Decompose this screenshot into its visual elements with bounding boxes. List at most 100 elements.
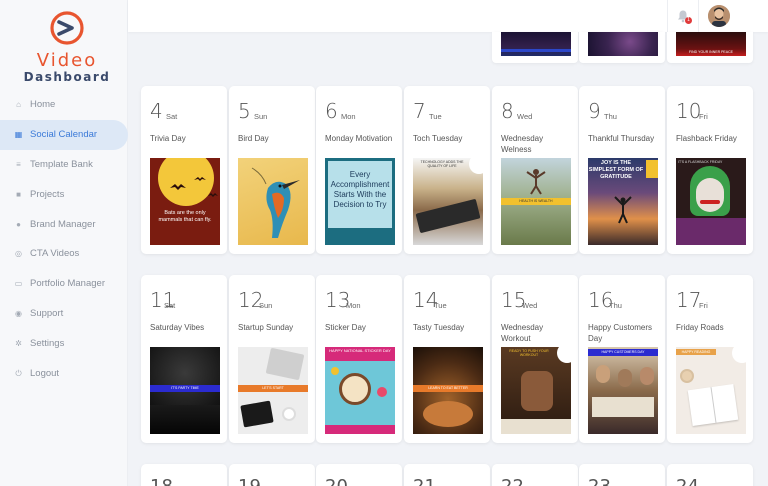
day-title: Trivia Day	[150, 134, 186, 143]
weekday-label: Thu	[604, 112, 617, 121]
post-thumbnail[interactable]	[238, 158, 308, 245]
calendar-day-card[interactable]: 15 Wed Wednesday Workout READY TO PUSH Y…	[492, 275, 578, 443]
post-thumbnail[interactable]: HAPPY READING	[676, 347, 746, 434]
weekday-label: Fri	[699, 112, 708, 121]
sidebar-item-label: Settings	[30, 337, 65, 349]
sidebar-item-logout[interactable]: ⏻ Logout	[0, 358, 128, 388]
sidebar-item-template-bank[interactable]: ≡ Template Bank	[0, 150, 128, 180]
day-number: 21	[413, 476, 436, 486]
thumbnail-caption: LEARN TO EAT BETTER	[413, 385, 483, 392]
day-number: 19	[238, 476, 261, 486]
weekday-label: Mon	[341, 112, 356, 121]
logo-play-icon	[50, 11, 84, 45]
sidebar-item-portfolio-manager[interactable]: ▭ Portfolio Manager	[0, 269, 128, 299]
weekday-label: Thu	[609, 301, 622, 310]
post-thumbnail[interactable]: IT'S A FLASHBACK FRIDAY	[676, 158, 746, 245]
day-title: Bird Day	[238, 134, 269, 143]
post-thumbnail[interactable]: READY TO PUSH YOUR WORKOUT	[501, 347, 571, 434]
gear-icon: ✲	[15, 338, 22, 348]
calendar-card-partial[interactable]	[579, 32, 665, 63]
thumbnail-caption: Bats are the only mammals that can fly.	[158, 210, 212, 223]
post-thumbnail[interactable]: Bats are the only mammals that can fly.	[150, 158, 220, 245]
app-logo[interactable]: Video Dashboard	[0, 6, 128, 84]
thumbnail-caption: HAPPY READING	[676, 349, 716, 355]
thumbnail-caption: HEALTH IS WEALTH	[501, 198, 571, 205]
calendar-day-card[interactable]: 23	[579, 464, 665, 486]
sidebar: Video Dashboard ⌂ Home ▦ Social Calendar…	[0, 0, 128, 486]
kingfisher-icon	[251, 167, 300, 238]
sidebar-item-label: Portfolio Manager	[30, 278, 105, 290]
calendar-day-card[interactable]: 5 Sun Bird Day	[229, 86, 315, 254]
calendar-day-card[interactable]: 19	[229, 464, 315, 486]
sidebar-item-social-calendar[interactable]: ▦ Social Calendar	[0, 119, 128, 150]
calendar-day-card[interactable]: 17 Fri Friday Roads HAPPY READING	[667, 275, 753, 443]
post-thumbnail[interactable]	[501, 32, 571, 56]
day-title: Flashback Friday	[676, 134, 737, 143]
calendar-day-card[interactable]: 7 Tue Toch Tuesday TECHNOLOGY ADDS THE Q…	[404, 86, 490, 254]
sidebar-item-cta-videos[interactable]: ◎ CTA Videos	[0, 239, 128, 269]
post-thumbnail[interactable]: JOY IS THE SIMPLEST FORM OF GRATITUDE	[588, 158, 658, 245]
calendar-day-card[interactable]: 13 Mon Sticker Day HAPPY NATIONAL STICKE…	[316, 275, 402, 443]
support-icon: ◉	[15, 308, 22, 318]
calendar-day-card[interactable]: 12 Sun Startup Sunday LET'S START	[229, 275, 315, 443]
calendar-card-partial[interactable]: FIND YOUR INNER PEACE	[667, 32, 753, 63]
sidebar-item-label: Brand Manager	[30, 218, 96, 230]
day-number: 6	[325, 99, 338, 123]
post-thumbnail[interactable]: HEALTH IS WEALTH	[501, 158, 571, 245]
sidebar-item-label: Social Calendar	[30, 129, 98, 141]
post-thumbnail[interactable]: HAPPY NATIONAL STICKER DAY	[325, 347, 395, 434]
thumbnail-caption: IT'S PARTY TIME	[150, 385, 220, 392]
sidebar-item-support[interactable]: ◉ Support	[0, 299, 128, 329]
calendar-day-card[interactable]: 8 Wed Wednesday Welness HEALTH IS WEALTH	[492, 86, 578, 254]
day-title: Startup Sunday	[238, 323, 294, 332]
sidebar-item-brand-manager[interactable]: ● Brand Manager	[0, 209, 128, 239]
person-arms-raised-icon	[614, 196, 632, 224]
day-title: Tasty Tuesday	[413, 323, 465, 332]
calendar-day-card[interactable]: 16 Thu Happy Customers Day HAPPY CUSTOME…	[579, 275, 665, 443]
day-title: Happy Customers Day	[588, 323, 653, 343]
post-thumbnail[interactable]: IT'S PARTY TIME	[150, 347, 220, 434]
calendar-day-card[interactable]: 10 Fri Flashback Friday IT'S A FLASHBACK…	[667, 86, 753, 254]
post-thumbnail[interactable]: Every Accomplishment Starts With the Dec…	[325, 158, 395, 245]
header-divider	[698, 0, 699, 32]
day-title: Sticker Day	[325, 323, 366, 332]
sidebar-item-settings[interactable]: ✲ Settings	[0, 328, 128, 358]
thumbnail-caption: FIND YOUR INNER PEACE	[689, 50, 733, 54]
thumbnail-caption: HAPPY CUSTOMERS DAY	[588, 349, 658, 356]
sidebar-item-projects[interactable]: ■ Projects	[0, 179, 128, 209]
calendar-day-card[interactable]: 21	[404, 464, 490, 486]
avatar[interactable]	[708, 5, 730, 27]
calendar-day-card[interactable]: 11 Sat Saturday Vibes IT'S PARTY TIME	[141, 275, 227, 443]
day-number: 8	[501, 99, 514, 123]
notification-badge: 1	[685, 17, 692, 24]
calendar-day-card[interactable]: 4 Sat Trivia Day Bats are the only mamma…	[141, 86, 227, 254]
weekday-label: Sat	[166, 112, 178, 121]
calendar-day-card[interactable]: 18	[141, 464, 227, 486]
post-thumbnail[interactable]: HAPPY CUSTOMERS DAY	[588, 347, 658, 434]
post-thumbnail[interactable]: TECHNOLOGY ADDS THE QUALITY OF LIFE	[413, 158, 483, 245]
calendar-day-card[interactable]: 20	[316, 464, 402, 486]
day-title: Wednesday Welness	[501, 134, 544, 154]
day-number: 18	[150, 476, 173, 486]
day-number: 7	[413, 99, 426, 123]
sidebar-item-home[interactable]: ⌂ Home	[0, 90, 128, 120]
post-thumbnail[interactable]: LET'S START	[238, 347, 308, 434]
list-icon: ≡	[16, 159, 21, 169]
day-number: 20	[325, 476, 348, 486]
calendar-day-card[interactable]: 22	[492, 464, 578, 486]
calendar-day-card[interactable]: 24	[667, 464, 753, 486]
weekday-label: Sun	[254, 112, 268, 121]
bats-icon	[170, 177, 218, 197]
post-thumbnail[interactable]	[588, 32, 658, 56]
sidebar-item-label: Projects	[30, 188, 65, 200]
day-number: 24	[676, 476, 699, 486]
calendar-day-card[interactable]: 14 Tue Tasty Tuesday LEARN TO EAT BETTER	[404, 275, 490, 443]
post-thumbnail[interactable]: FIND YOUR INNER PEACE	[676, 32, 746, 56]
calendar-card-partial[interactable]	[492, 32, 578, 63]
post-thumbnail[interactable]: LEARN TO EAT BETTER	[413, 347, 483, 434]
day-number: 5	[238, 99, 251, 123]
calendar-day-card[interactable]: 6 Mon Monday Motivation Every Accomplish…	[316, 86, 402, 254]
calendar-day-card[interactable]: 9 Thu Thankful Thursday JOY IS THE SIMPL…	[579, 86, 665, 254]
day-number: 9	[588, 99, 601, 123]
sidebar-nav: ⌂ Home ▦ Social Calendar ≡ Template Bank…	[0, 90, 128, 388]
